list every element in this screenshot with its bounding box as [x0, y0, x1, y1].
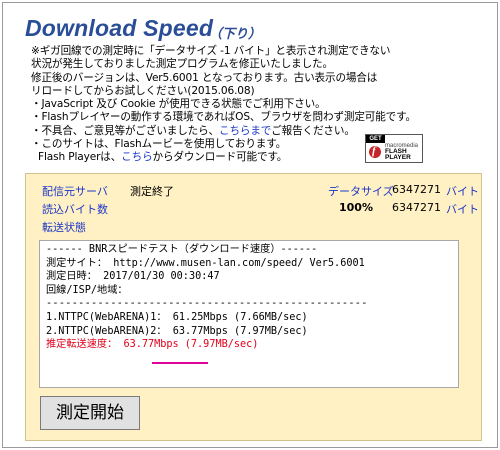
notice-line: 修正後のバージョンは、Ver5.6001 となっております。古い表示の場合は	[31, 71, 378, 84]
start-measurement-button[interactable]: 測定開始	[40, 396, 140, 430]
page-frame: Download Speed （下り） ※ギガ回線での測定時に「データサイズ -…	[2, 2, 498, 448]
badge-product: FLASH PLAYER	[385, 148, 411, 161]
speed-underline	[152, 362, 208, 364]
datasize-label: データサイズ	[328, 185, 394, 198]
result-line: ------ BNRスピードテスト（ダウンロード速度）------	[46, 244, 318, 255]
read-bytes-unit: バイト	[446, 203, 479, 216]
notice-line: ・JavaScript 及び Cookie が使用できる状態でご利用下さい。	[31, 98, 326, 111]
result-line: 回線/ISP/地域：	[46, 284, 128, 296]
flash-download-link[interactable]: こちら	[121, 151, 152, 163]
result-line: 1.NTTPC(WebARENA)1： 61.25Mbps (7.66MB/se…	[46, 311, 308, 323]
datasize-value: 6347271	[392, 183, 441, 196]
result-line: 測定サイト： http://www.musen-lan.com/speed/ V…	[46, 257, 365, 269]
server-status: 測定終了	[130, 185, 174, 198]
notice-text-span: Flash Playerは、	[38, 151, 122, 164]
badge-product-line: PLAYER	[385, 154, 411, 161]
result-textarea[interactable]: ------ BNRスピードテスト（ダウンロード速度）------ 測定サイト： …	[39, 240, 459, 388]
page-subtitle: （下り）	[209, 26, 262, 41]
read-percent: 100%	[339, 201, 373, 214]
notice-text-span: ・不具合、ご意見等がございましたら、	[31, 124, 219, 137]
flash-logo-icon	[369, 145, 381, 158]
transfer-state-label: 転送状態	[42, 221, 86, 234]
result-line: 測定日時： 2017/01/30 00:30:47	[46, 271, 220, 283]
result-line: 2.NTTPC(WebARENA)2： 63.77Mbps (7.97MB/se…	[46, 325, 308, 337]
notice-line: リロードしてからお試しください(2015.06.08)	[31, 84, 255, 97]
result-separator: ----------------------------------------…	[46, 298, 368, 310]
estimated-speed: 推定転送速度： 63.77Mbps (7.97MB/sec)	[46, 339, 259, 351]
badge-get-label: GET	[366, 135, 385, 143]
get-flash-player-badge[interactable]: GET macromedia FLASHPLAYER	[365, 134, 423, 163]
server-label: 配信元サーバ	[42, 185, 108, 198]
speed-test-panel: 配信元サーバ 測定終了 データサイズ 6347271 バイト 読込バイト数 10…	[25, 173, 482, 441]
notice-line: ・Flashプレイヤーの動作する環境であればOS、ブラウザを問わず測定可能です。	[31, 111, 416, 124]
notice-text-span: ご報告ください。	[271, 124, 355, 137]
datasize-unit: バイト	[446, 185, 479, 198]
notice-text-span: からダウンロード可能です。	[152, 151, 288, 164]
notice-line: 状況が発生しておりました測定プログラムを修正いたしました。	[31, 58, 333, 71]
feedback-link[interactable]: こちらまで	[219, 125, 271, 137]
read-bytes-label: 読込バイト数	[42, 203, 108, 216]
notice-line: ※ギガ回線での測定時に「データサイズ -1 バイト」と表示され測定できない	[31, 45, 391, 57]
read-bytes-value: 6347271	[392, 201, 441, 214]
page-title: Download Speed	[25, 15, 214, 41]
